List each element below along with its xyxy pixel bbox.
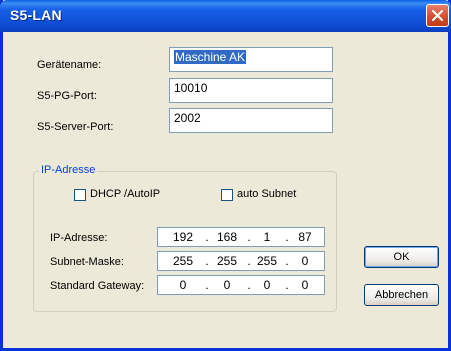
subnet-mask-label: Subnet-Maske: bbox=[50, 256, 124, 268]
title-bar[interactable]: S5-LAN bbox=[0, 0, 451, 32]
ip-octet-1[interactable]: 192 bbox=[170, 230, 196, 244]
ip-dot: . bbox=[285, 230, 289, 244]
server-port-label: S5-Server-Port: bbox=[37, 121, 114, 133]
ip-octet-4[interactable]: 87 bbox=[292, 230, 318, 244]
subnet-octet-3[interactable]: 255 bbox=[254, 254, 280, 268]
gateway-dot: . bbox=[205, 278, 209, 292]
dhcp-checkbox[interactable] bbox=[74, 189, 86, 201]
subnet-dot: . bbox=[285, 254, 289, 268]
ip-address-label: IP-Adresse: bbox=[50, 232, 108, 244]
ip-address-input[interactable]: 192 . 168 . 1 . 87 bbox=[157, 227, 325, 247]
dhcp-label[interactable]: DHCP /AutoIP bbox=[90, 188, 160, 200]
ip-dot: . bbox=[205, 230, 209, 244]
window-title: S5-LAN bbox=[10, 7, 62, 23]
s5-lan-dialog: S5-LAN Gerätename: Maschine AK S5-PG-Por… bbox=[0, 0, 451, 351]
auto-subnet-checkbox[interactable] bbox=[221, 189, 233, 201]
ok-button[interactable]: OK bbox=[364, 246, 439, 268]
geraetename-input[interactable]: Maschine AK bbox=[169, 47, 333, 72]
gateway-octet-2[interactable]: 0 bbox=[214, 278, 240, 292]
geraetename-label: Gerätename: bbox=[37, 59, 102, 71]
geraetename-value: Maschine AK bbox=[174, 50, 247, 64]
gateway-octet-1[interactable]: 0 bbox=[170, 278, 196, 292]
subnet-octet-2[interactable]: 255 bbox=[214, 254, 240, 268]
auto-subnet-label[interactable]: auto Subnet bbox=[237, 188, 296, 200]
subnet-dot: . bbox=[247, 254, 251, 268]
gateway-octet-3[interactable]: 0 bbox=[254, 278, 280, 292]
gateway-dot: . bbox=[285, 278, 289, 292]
ip-octet-2[interactable]: 168 bbox=[214, 230, 240, 244]
pg-port-input[interactable]: 10010 bbox=[169, 78, 333, 103]
subnet-octet-4[interactable]: 0 bbox=[292, 254, 318, 268]
close-button[interactable] bbox=[426, 4, 449, 27]
subnet-dot: . bbox=[205, 254, 209, 268]
cancel-button[interactable]: Abbrechen bbox=[364, 284, 439, 306]
subnet-octet-1[interactable]: 255 bbox=[170, 254, 196, 268]
server-port-input[interactable]: 2002 bbox=[169, 108, 333, 133]
subnet-mask-input[interactable]: 255 . 255 . 255 . 0 bbox=[157, 251, 325, 271]
pg-port-label: S5-PG-Port: bbox=[37, 90, 97, 102]
gateway-octet-4[interactable]: 0 bbox=[292, 278, 318, 292]
gateway-dot: . bbox=[247, 278, 251, 292]
ip-octet-3[interactable]: 1 bbox=[254, 230, 280, 244]
ip-dot: . bbox=[247, 230, 251, 244]
ip-group-legend: IP-Adresse bbox=[39, 164, 98, 176]
gateway-label: Standard Gateway: bbox=[50, 280, 145, 292]
gateway-input[interactable]: 0 . 0 . 0 . 0 bbox=[157, 275, 325, 295]
